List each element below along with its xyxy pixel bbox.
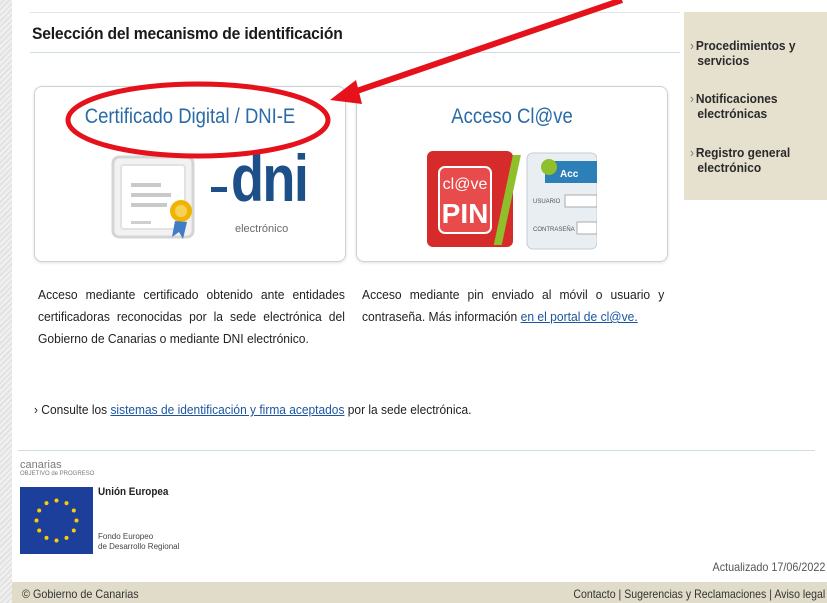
sidebar-item-notificaciones[interactable]: › Notificaciones electrónicas (690, 91, 810, 121)
eu-subtitle-line-1: Fondo Europeo (98, 532, 154, 541)
eu-title: Unión Europea (98, 486, 169, 498)
canarias-logo: canarias (20, 459, 62, 471)
eu-subtitle: Fondo Europeo de Desarrollo Regional (98, 532, 179, 552)
certificate-icon (111, 155, 195, 239)
suggestions-link[interactable]: Sugerencias y Reclamaciones (624, 587, 766, 601)
page-title: Selección del mecanismo de identificació… (32, 24, 343, 43)
last-updated: Actualizado 17/06/2022 (712, 560, 825, 574)
eu-star (37, 528, 42, 533)
usuario-label: USUARIO (533, 199, 561, 205)
top-divider (30, 12, 680, 13)
footer-link-separator: | (618, 587, 625, 601)
eu-star (64, 501, 69, 506)
identification-systems-link[interactable]: sistemas de identificación y firma acept… (110, 402, 344, 417)
footer-divider (18, 450, 815, 451)
eu-star (37, 508, 42, 513)
certificado-card-title: Certificado Digital / DNI-E (84, 105, 296, 128)
eu-star (44, 501, 49, 506)
chevron-right-icon: › (690, 145, 694, 160)
eu-star (74, 518, 79, 523)
eu-star (71, 508, 76, 513)
form-header-text: Acc (560, 169, 579, 180)
main-content: Selección del mecanismo de identificació… (12, 0, 682, 603)
eu-star (54, 538, 59, 543)
sidebar-item-registro[interactable]: › Registro general electrónico (690, 145, 810, 175)
contact-link[interactable]: Contacto (573, 587, 615, 601)
consult-line: › Consulte los sistemas de identificació… (34, 402, 471, 417)
certificado-digital-card[interactable]: Certificado Digital / DNI-E dni electrón… (34, 86, 346, 262)
eu-star (71, 528, 76, 533)
sidebar-item-label: servicios (697, 53, 750, 68)
eu-flag-icon (20, 487, 93, 554)
eu-star (34, 518, 39, 523)
clave-pin-icon: cl@ve PIN Acc USUARIO CONTRASEÑA (427, 151, 597, 250)
acceso-clave-card[interactable]: Acceso Cl@ve cl@ve PIN Acc USUARIO CONTR… (356, 86, 668, 262)
sidebar-item-procedimientos[interactable]: › Procedimientos y servicios (690, 38, 810, 68)
copyright: © Gobierno de Canarias (22, 587, 139, 601)
footer-links: Contacto | Sugerencias y Reclamaciones |… (573, 587, 825, 601)
pin-top-text: cl@ve (443, 176, 488, 193)
consult-suffix: por la sede electrónica. (344, 402, 472, 417)
pin-bottom-text: PIN (442, 198, 489, 229)
dni-logo-text: dni (231, 141, 309, 215)
sidebar-item-label: Procedimientos y (695, 38, 796, 53)
sidebar-item-label: Notificaciones (695, 91, 778, 106)
sidebar-item-label: Registro general (695, 145, 791, 160)
chevron-right-icon: › (690, 38, 694, 53)
canarias-logo-subtitle: OBJETIVO de PROGRESO (20, 471, 95, 477)
eu-subtitle-line-2: de Desarrollo Regional (98, 542, 180, 551)
title-divider (30, 52, 680, 53)
certificado-description: Acceso mediante certificado obtenido ant… (38, 287, 345, 346)
eu-star (54, 498, 59, 503)
chevron-right-icon: › (690, 91, 694, 106)
legal-notice-link[interactable]: Aviso legal (774, 587, 825, 601)
sidebar-item-label: electrónicas (697, 106, 768, 121)
eu-star (44, 535, 49, 540)
clave-description: Acceso mediante pin enviado al móvil o u… (362, 284, 664, 328)
dni-dash (211, 187, 227, 192)
contrasena-label: CONTRASEÑA (533, 226, 575, 233)
sidebar-item-label: electrónico (697, 160, 762, 175)
clave-portal-link[interactable]: en el portal de cl@ve. (521, 309, 638, 324)
consult-prefix: › Consulte los (34, 402, 111, 417)
left-decorative-stripe (0, 0, 12, 603)
clave-card-title: Acceso Cl@ve (451, 105, 573, 128)
eu-star (64, 535, 69, 540)
dni-logo-subtitle: electrónico (235, 223, 289, 235)
